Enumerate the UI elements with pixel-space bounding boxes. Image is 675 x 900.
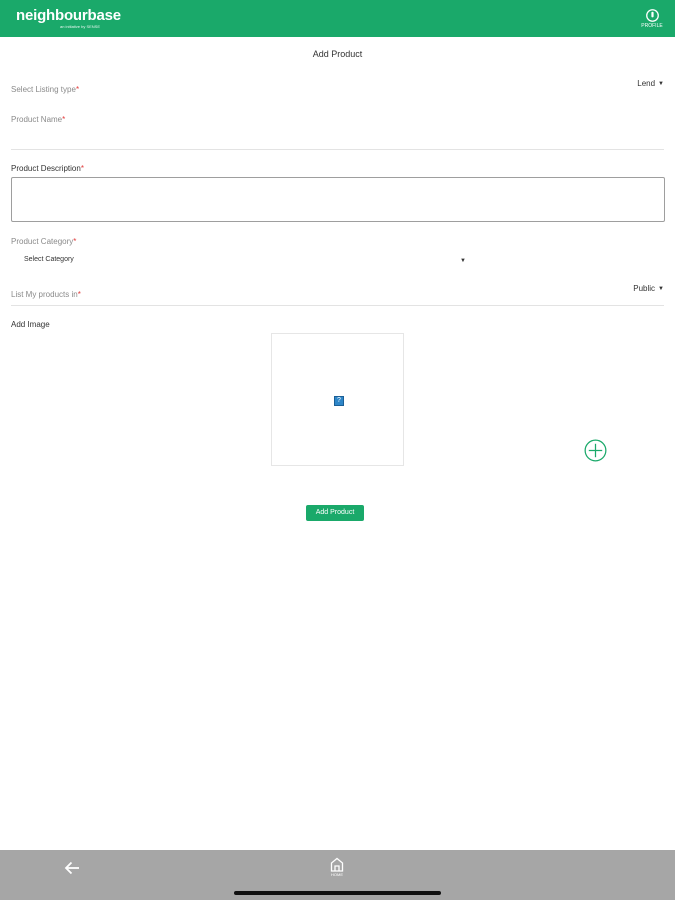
listing-type-select[interactable]: Lend ▼: [637, 79, 664, 88]
list-in-value: Public: [633, 284, 656, 293]
required-mark: *: [73, 237, 77, 246]
product-description-row: Product Description*: [11, 158, 664, 173]
app-header: neighbourbase an initiative by SENSE PRO…: [0, 0, 675, 37]
divider: [11, 149, 664, 150]
logo-tagline: an initiative by SENSE: [60, 24, 101, 29]
page-title: Add Product: [312, 49, 363, 59]
required-mark: *: [80, 164, 84, 173]
profile-label: PROFILE: [641, 23, 663, 29]
home-button[interactable]: HOME: [325, 857, 349, 877]
listing-type-value: Lend: [637, 79, 656, 88]
image-preview[interactable]: ?: [271, 333, 404, 466]
home-indicator[interactable]: [234, 891, 441, 895]
product-category-row: Product Category*: [11, 231, 664, 246]
app-logo[interactable]: neighbourbase an initiative by SENSE: [16, 7, 121, 30]
product-category-value: Select Category: [24, 256, 74, 263]
add-image-label: Add Image: [11, 320, 50, 329]
image-placeholder-icon: ?: [334, 396, 344, 406]
logo-text: neighbourbase: [16, 7, 121, 24]
add-circle-icon[interactable]: [584, 439, 607, 462]
home-label: HOME: [331, 872, 343, 877]
listing-type-label: Select Listing type: [11, 85, 76, 94]
required-mark: *: [77, 290, 81, 299]
product-category-label: Product Category: [11, 237, 74, 246]
required-mark: *: [62, 115, 66, 124]
add-image-row: Add Image: [11, 314, 664, 329]
product-description-label: Product Description: [11, 164, 81, 173]
product-name-label: Product Name: [11, 115, 63, 124]
home-icon: [330, 857, 344, 872]
product-name-field[interactable]: Product Name*: [11, 109, 664, 145]
product-category-select[interactable]: Select Category ▼: [24, 256, 466, 268]
bottom-nav: HOME: [0, 850, 675, 900]
chevron-down-icon: ▼: [658, 286, 664, 292]
arrow-left-icon[interactable]: [64, 861, 80, 875]
add-product-button[interactable]: Add Product: [306, 505, 364, 521]
required-mark: *: [75, 85, 80, 94]
list-in-row: List My products in* Public ▼: [11, 284, 664, 299]
list-in-label: List My products in: [11, 290, 78, 299]
profile-button[interactable]: PROFILE: [637, 9, 667, 30]
list-in-select[interactable]: Public ▼: [633, 284, 664, 293]
divider: [11, 305, 664, 306]
chevron-down-icon: ▼: [658, 81, 664, 87]
listing-type-row: Select Listing type* Lend ▼: [11, 79, 664, 94]
product-description-input[interactable]: [11, 177, 665, 222]
chevron-down-icon: ▼: [460, 258, 466, 264]
user-icon: [645, 9, 659, 22]
